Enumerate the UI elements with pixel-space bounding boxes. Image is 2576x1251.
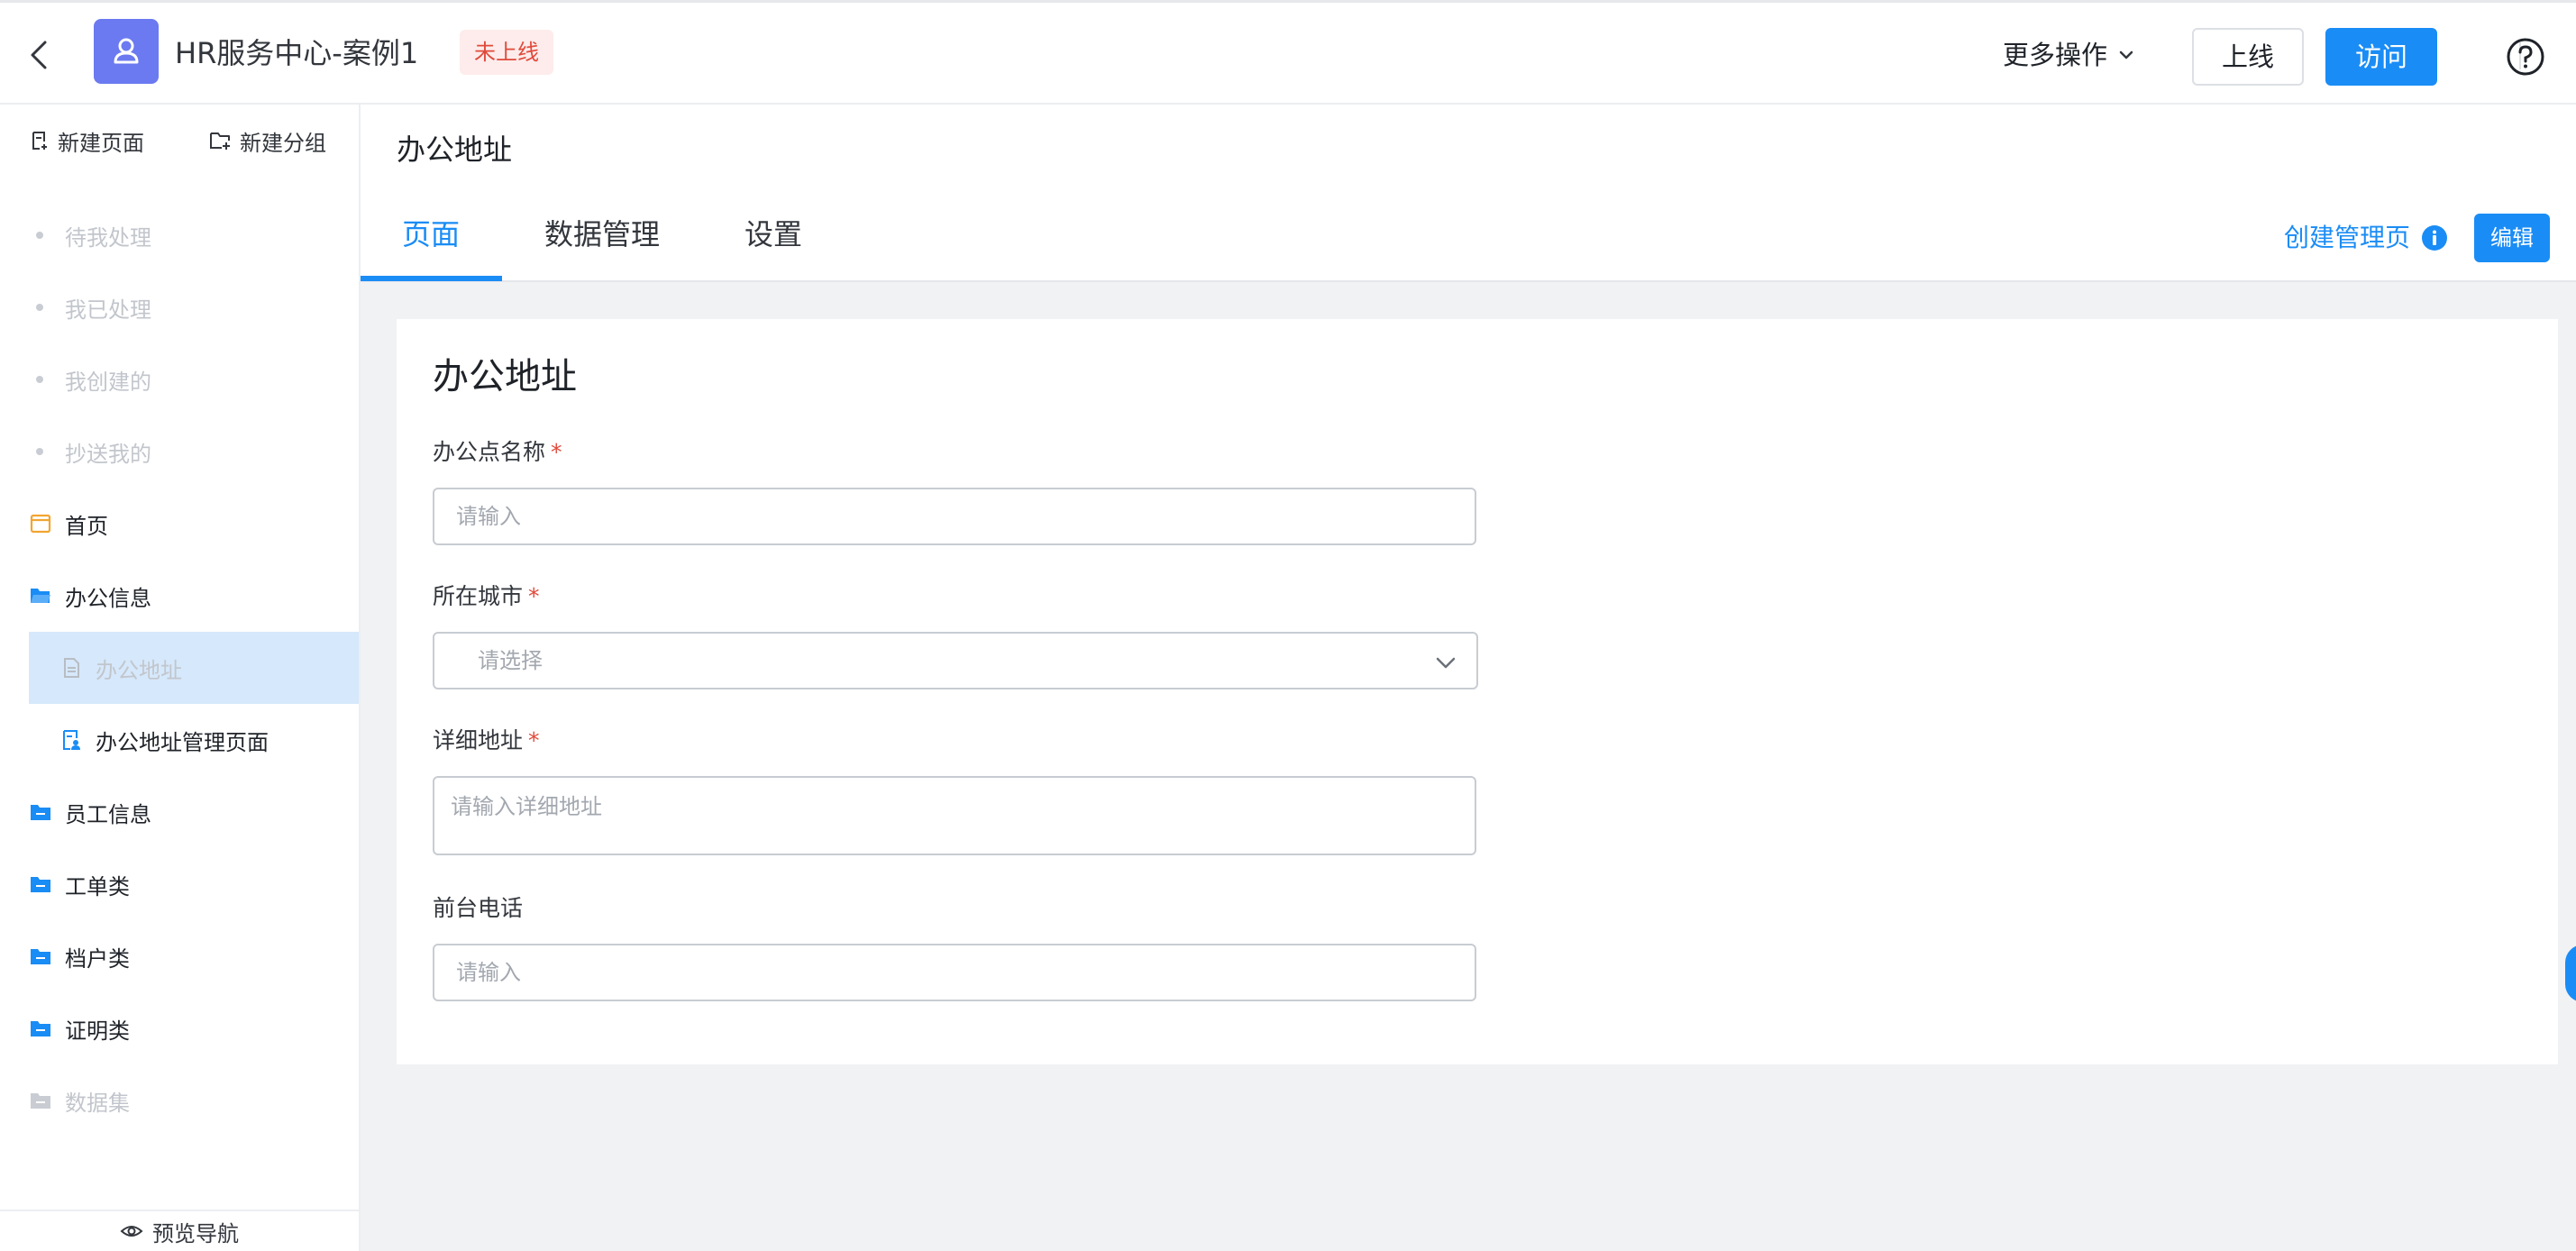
- back-arrow-icon[interactable]: [23, 37, 56, 73]
- create-manage-page-label: 创建管理页: [2284, 223, 2411, 252]
- sidebar-item-label: 办公信息: [65, 585, 151, 611]
- sidebar-item-office-address[interactable]: 办公地址: [29, 632, 359, 704]
- folder-icon: [31, 805, 50, 820]
- info-icon[interactable]: [2421, 224, 2448, 251]
- chevron-down-icon: [2119, 50, 2133, 59]
- office-name-label: 办公点名称 *: [433, 436, 562, 469]
- sidebar-item-pending[interactable]: 待我处理: [0, 199, 359, 271]
- main-content: 办公地址 页面 数据管理 设置 创建管理页 编辑 办公地址 办公点名称* 所在城…: [361, 105, 2576, 1251]
- page-title: 办公地址: [397, 132, 513, 167]
- user-icon: [114, 38, 139, 64]
- bullet-dot: [36, 232, 43, 239]
- sidebar-item-home[interactable]: 首页: [0, 488, 359, 560]
- required-mark: *: [551, 439, 562, 465]
- new-page-button[interactable]: 新建页面: [29, 123, 144, 159]
- tab-data-management[interactable]: 数据管理: [544, 215, 660, 281]
- city-label-text: 所在城市: [433, 583, 524, 609]
- sidebar-item-label: 数据集: [65, 1090, 130, 1116]
- help-icon[interactable]: [2506, 37, 2545, 77]
- sidebar-item-label: 我已处理: [65, 297, 151, 323]
- required-mark: *: [528, 727, 540, 753]
- sidebar-item-records[interactable]: 档户类: [0, 920, 359, 992]
- status-badge: 未上线: [460, 30, 553, 75]
- sidebar-item-label: 首页: [65, 513, 108, 539]
- new-group-label: 新建分组: [240, 130, 326, 156]
- sidebar-item-processed[interactable]: 我已处理: [0, 271, 359, 343]
- active-tab-indicator: [361, 276, 502, 281]
- chevron-down-icon: [1436, 657, 1456, 669]
- folder-icon: [31, 877, 50, 892]
- bullet-dot: [36, 304, 43, 311]
- folder-icon: [31, 949, 50, 964]
- visit-button[interactable]: 访问: [2325, 28, 2437, 86]
- form-preview-card: 办公地址 办公点名称* 所在城市* 请选择 详细地址* 前台电话: [397, 319, 2558, 1064]
- bullet-dot: [36, 448, 43, 455]
- sidebar-item-label: 档户类: [65, 945, 130, 972]
- sidebar-item-office-info[interactable]: 办公信息: [0, 560, 359, 632]
- create-manage-page-link[interactable]: 创建管理页: [2284, 220, 2448, 256]
- new-page-icon: [32, 132, 47, 150]
- preview-nav-button[interactable]: 预览导航: [0, 1210, 359, 1251]
- address-label-text: 详细地址: [433, 727, 524, 753]
- form-title: 办公地址: [433, 356, 577, 397]
- sidebar-item-certificates[interactable]: 证明类: [0, 992, 359, 1064]
- sidebar-item-label: 办公地址管理页面: [96, 729, 269, 755]
- sidebar: 新建页面 新建分组 待我处理 我已处理 我创建的 抄送我的 首页 办公信息 办公…: [0, 105, 361, 1251]
- new-page-label: 新建页面: [58, 130, 144, 156]
- office-name-label-text: 办公点名称: [433, 439, 546, 465]
- sidebar-item-label: 我创建的: [65, 369, 151, 395]
- more-actions-label: 更多操作: [2003, 40, 2108, 70]
- sidebar-item-label: 员工信息: [65, 801, 151, 827]
- phone-label-text: 前台电话: [433, 895, 524, 921]
- sidebar-item-employee-info[interactable]: 员工信息: [0, 776, 359, 848]
- city-label: 所在城市 *: [433, 580, 540, 613]
- more-actions-dropdown[interactable]: 更多操作: [2003, 35, 2136, 75]
- new-folder-icon: [210, 132, 230, 150]
- top-header: HR服务中心-案例1 未上线 更多操作 上线 访问: [0, 0, 2576, 105]
- folder-open-icon: [31, 589, 50, 603]
- bullet-dot: [36, 376, 43, 383]
- address-textarea[interactable]: [433, 776, 1476, 855]
- form-page-icon: [64, 658, 79, 678]
- required-mark: *: [528, 583, 540, 609]
- sidebar-item-datasets[interactable]: 数据集: [0, 1064, 359, 1137]
- tab-page[interactable]: 页面: [402, 215, 460, 281]
- sidebar-item-work-orders[interactable]: 工单类: [0, 848, 359, 920]
- preview-nav-label: 预览导航: [152, 1220, 239, 1246]
- tab-settings[interactable]: 设置: [744, 215, 802, 281]
- sidebar-item-cc-me[interactable]: 抄送我的: [0, 415, 359, 488]
- phone-label: 前台电话: [433, 892, 523, 925]
- app-icon: [94, 19, 159, 84]
- online-button[interactable]: 上线: [2192, 28, 2304, 86]
- phone-input[interactable]: [433, 944, 1476, 1001]
- page-icon: [30, 514, 51, 534]
- sidebar-item-label: 办公地址: [96, 657, 182, 683]
- edit-button[interactable]: 编辑: [2474, 214, 2550, 262]
- page-header: 办公地址 页面 数据管理 设置 创建管理页 编辑: [361, 105, 2576, 282]
- folder-icon: [31, 1093, 50, 1109]
- sidebar-item-label: 证明类: [65, 1018, 130, 1044]
- city-select[interactable]: 请选择: [433, 632, 1478, 689]
- address-label: 详细地址 *: [433, 725, 540, 757]
- eye-icon: [120, 1226, 143, 1237]
- sidebar-item-label: 待我处理: [65, 224, 151, 251]
- folder-icon: [31, 1021, 50, 1036]
- manage-page-icon: [63, 730, 80, 750]
- sidebar-item-office-address-manage[interactable]: 办公地址管理页面: [0, 704, 359, 776]
- city-select-placeholder: 请选择: [478, 648, 543, 673]
- sidebar-item-created-by-me[interactable]: 我创建的: [0, 343, 359, 415]
- new-group-button[interactable]: 新建分组: [209, 123, 326, 159]
- sidebar-item-label: 抄送我的: [65, 441, 151, 467]
- sidebar-item-label: 工单类: [65, 873, 130, 899]
- office-name-input[interactable]: [433, 488, 1476, 545]
- app-title: HR服务中心-案例1: [175, 36, 419, 70]
